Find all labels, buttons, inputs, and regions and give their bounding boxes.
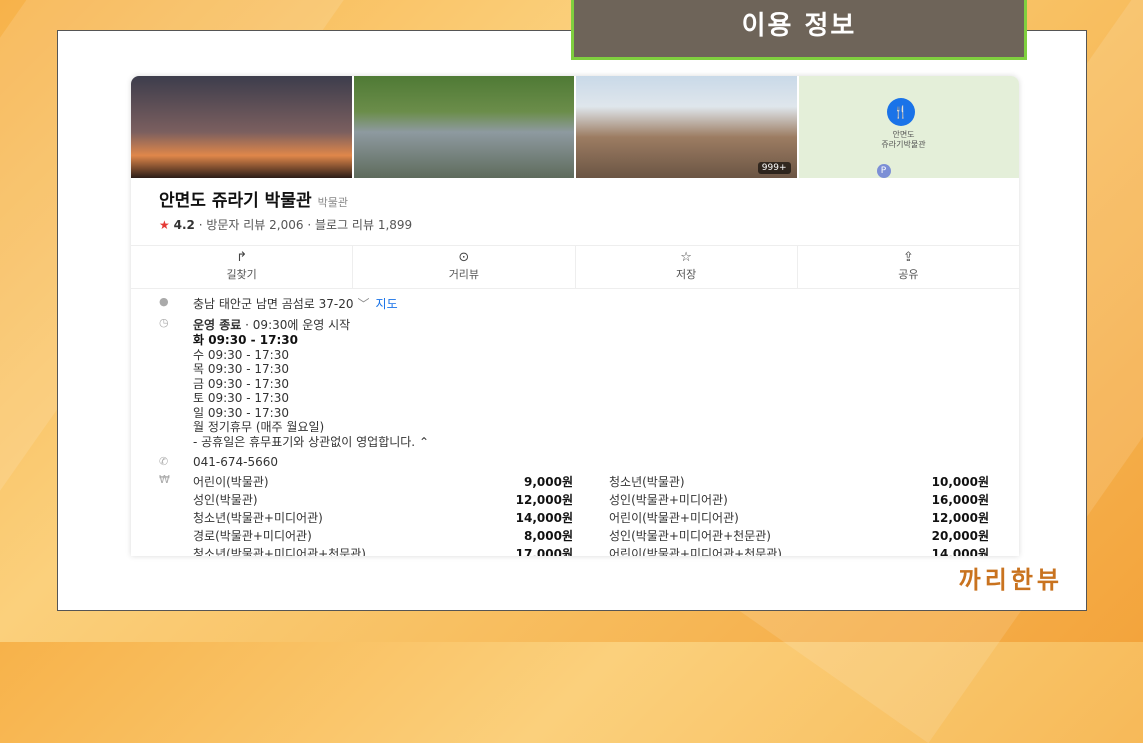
photo-count-badge: 999+ (757, 162, 791, 174)
hours-day: 금 09:30 - 17:30 (193, 376, 289, 391)
price-item: 청소년(박물관) 10,000원 (609, 475, 989, 489)
hours-day: 수 09:30 - 17:30 (193, 347, 289, 362)
visitor-reviews-link[interactable]: 방문자 리뷰 2,006 (206, 218, 303, 232)
parking-icon: P (876, 164, 891, 178)
streetview-icon: ⊙ (458, 250, 470, 265)
photo-3[interactable]: 999+ (576, 76, 797, 178)
price-item: 청소년(박물관+미디어관) 14,000원 (193, 511, 573, 525)
star-outline-icon: ☆ (680, 250, 692, 265)
address-text: 충남 태안군 남면 곰섬로 37-20 (193, 297, 354, 311)
hours-list: 화 09:30 - 17:30 수 09:30 - 17:30 목 09:30 … (193, 333, 429, 449)
price-row: ₩ 어린이(박물관) 9,000원 청소년(박물관) 10,000원 성인(박물관)… (159, 473, 991, 556)
photo-strip: 999+ 🍴 안면도 쥬라기박물관 P (131, 76, 1019, 178)
star-icon: ★ (159, 218, 170, 232)
map-link[interactable]: 지도 (376, 295, 398, 312)
phone-icon: ✆ (159, 455, 169, 468)
hours-status-detail: · 09:30에 운영 시작 (245, 318, 351, 332)
share-icon: ⇪ (902, 250, 914, 265)
price-item: 어린이(박물관) 9,000원 (193, 475, 573, 489)
place-category: 박물관 (317, 196, 348, 209)
price-item: 청소년(박물관+미디어관+천문관) 17,000원 (193, 547, 573, 556)
price-item: 경로(박물관+미디어관) 8,000원 (193, 529, 573, 543)
save-button[interactable]: ☆ 저장 (576, 246, 798, 288)
restaurant-pin-icon: 🍴 (886, 98, 915, 126)
map-pin-label: 안면도 쥬라기박물관 (881, 130, 926, 149)
price-list: 어린이(박물관) 9,000원 청소년(박물관) 10,000원 성인(박물관) 12… (193, 473, 989, 556)
price-icon: ₩ (159, 473, 170, 486)
hours-day: 목 09:30 - 17:30 (193, 362, 289, 376)
action-bar: ↱ 길찾기 ⊙ 거리뷰 ☆ 저장 ⇪ 공유 (131, 245, 1019, 289)
streetview-label: 거리뷰 (448, 268, 480, 281)
price-item: 어린이(박물관+미디어관) 12,000원 (609, 511, 989, 525)
photo-2[interactable] (353, 76, 574, 178)
hours-status: 운영 종료 (193, 318, 242, 332)
price-item: 어린이(박물관+미디어관+천문관) 14,000원 (609, 547, 989, 556)
price-item: 성인(박물관+미디어관) 16,000원 (609, 493, 989, 507)
hours-day: 일 09:30 - 17:30 (193, 405, 289, 420)
hours-day: 토 09:30 - 17:30 (193, 391, 289, 405)
directions-label: 길찾기 (226, 268, 257, 281)
address-row: ● 충남 태안군 남면 곰섬로 37-20 ﹀ 지도 (159, 295, 991, 312)
watermark-logo: 까리한뷰 (958, 565, 1063, 594)
share-label: 공유 (898, 268, 919, 281)
phone-row: ✆ 041-674-5660 (159, 455, 991, 469)
directions-icon: ↱ (236, 250, 248, 265)
chevron-down-icon[interactable]: ﹀ (358, 295, 370, 312)
hours-row: ◷ 운영 종료 · 09:30에 운영 시작 화 09:30 - 17:30 수… (159, 316, 991, 449)
rating-value: 4.2 (173, 218, 195, 232)
phone-number[interactable]: 041-674-5660 (193, 455, 278, 469)
place-name: 안면도 쥬라기 박물관 (159, 191, 312, 211)
map-thumbnail[interactable]: 🍴 안면도 쥬라기박물관 P (798, 76, 1019, 178)
blog-reviews-link[interactable]: 블로그 리뷰 1,899 (315, 218, 412, 232)
hours-note[interactable]: - 공휴일은 휴무표기와 상관없이 영업합니다. ⌃ (193, 435, 429, 450)
price-item: 성인(박물관) 12,000원 (193, 493, 573, 507)
rating-row: ★ 4.2 · 방문자 리뷰 2,006 · 블로그 리뷰 1,899 (159, 218, 413, 232)
save-label: 저장 (676, 268, 697, 281)
directions-button[interactable]: ↱ 길찾기 (131, 246, 354, 288)
streetview-button[interactable]: ⊙ 거리뷰 (353, 246, 576, 288)
page-title: 이용 정보 (571, 0, 1027, 60)
share-button[interactable]: ⇪ 공유 (798, 246, 1019, 288)
photo-1[interactable] (131, 76, 352, 178)
hours-day: 화 09:30 - 17:30 (193, 333, 298, 347)
location-pin-icon: ● (159, 295, 169, 308)
place-panel: 999+ 🍴 안면도 쥬라기박물관 P 안면도 쥬라기 박물관 박물관 ★ 4.… (131, 76, 1019, 556)
clock-icon: ◷ (159, 316, 169, 329)
hours-day: 월 정기휴무 (매주 월요일) (193, 420, 325, 434)
price-item: 성인(박물관+미디어관+천문관) 20,000원 (609, 529, 989, 543)
